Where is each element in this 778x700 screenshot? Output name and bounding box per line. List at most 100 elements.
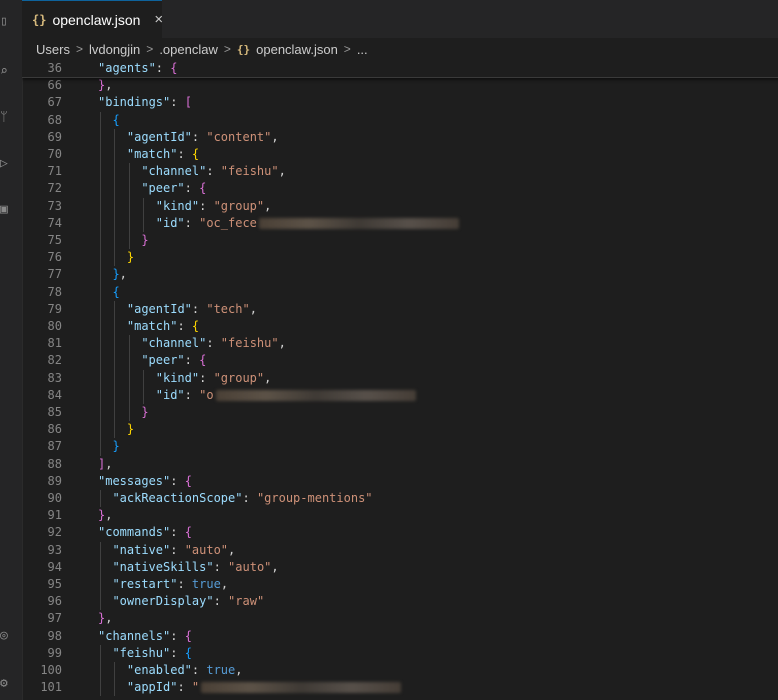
indent-guide: [114, 421, 116, 439]
code-line[interactable]: 100 "enabled": true,: [22, 662, 778, 680]
code-token: "ownerDisplay": [112, 594, 214, 609]
breadcrumb-item-user[interactable]: lvdongjin: [89, 42, 140, 57]
indent-guide: [100, 163, 101, 181]
code-line[interactable]: 89 "messages": {: [22, 473, 778, 490]
code-token: "kind": [155, 370, 200, 385]
code-line[interactable]: 90 "ackReactionScope": "group-mentions": [22, 490, 778, 508]
code-line[interactable]: 94 "nativeSkills": "auto",: [22, 558, 778, 576]
code-line[interactable]: 86}: [22, 421, 778, 439]
indent-guide: [100, 197, 101, 215]
line-number: 68: [47, 112, 62, 127]
code-line[interactable]: 87}: [22, 438, 778, 456]
code-token: ,: [105, 456, 113, 471]
code-line[interactable]: 66},: [22, 77, 778, 94]
indent-guide: [100, 283, 101, 301]
extensions-icon[interactable]: ▣: [0, 202, 12, 218]
code-line[interactable]: 75}: [22, 232, 778, 250]
indent-guide: [100, 490, 101, 508]
code-token: "commands": [98, 525, 171, 540]
settings-icon[interactable]: ⚙: [0, 676, 12, 692]
line-number: 92: [47, 525, 62, 540]
indent-guide: [128, 335, 130, 353]
search-icon[interactable]: ⌕: [0, 64, 12, 80]
code-token: }: [112, 267, 120, 282]
code-line[interactable]: 69 "agentId": "content",: [22, 128, 778, 146]
code-token: "bindings": [98, 95, 171, 110]
indent-guide: [114, 369, 116, 387]
account-icon[interactable]: ◎: [0, 628, 12, 644]
code-line[interactable]: 91},: [22, 507, 778, 524]
breadcrumb-item-folder[interactable]: .openclaw: [159, 42, 218, 57]
code-line[interactable]: 67 "bindings": [: [22, 94, 778, 111]
code-line[interactable]: 77},: [22, 266, 778, 284]
code-token: {: [184, 628, 192, 643]
indent-guide: [114, 404, 116, 422]
indent-guide: [143, 214, 145, 232]
breadcrumb-item-file[interactable]: openclaw.json: [256, 42, 338, 57]
code-line[interactable]: 36 "agents": {: [22, 60, 778, 79]
code-token: :: [170, 542, 185, 557]
code-line[interactable]: 101 "appId": ": [22, 679, 778, 697]
code-line[interactable]: 76}: [22, 249, 778, 267]
indent-guide: [100, 214, 101, 232]
line-number: 80: [47, 319, 62, 333]
code-line[interactable]: 99 "feishu": {: [22, 644, 778, 662]
code-token: :: [199, 198, 214, 213]
code-line[interactable]: 82 "peer": {: [22, 352, 778, 370]
code-line[interactable]: 73 "kind": "group",: [22, 197, 778, 215]
code-line[interactable]: 81 "channel": "feishu",: [22, 335, 778, 353]
code-line[interactable]: 93 "native": "auto",: [22, 541, 778, 559]
run-debug-icon[interactable]: ▷: [0, 156, 12, 172]
code-line[interactable]: 79 "agentId": "tech",: [22, 300, 778, 318]
indent-guide: [114, 163, 116, 181]
code-line[interactable]: 84 "id": "o: [22, 386, 778, 404]
indent-guide: [100, 352, 101, 370]
indent-guide: [114, 180, 116, 198]
code-token: :: [170, 473, 185, 488]
code-text: "kind": "group",: [156, 370, 272, 387]
code-token: "channels": [98, 628, 171, 643]
tab-bar: {} openclaw.json ×: [22, 0, 778, 39]
code-token: ,: [264, 370, 272, 385]
tab-openclaw-json[interactable]: {} openclaw.json ×: [22, 0, 163, 38]
chevron-right-icon: >: [75, 42, 83, 56]
code-text: "agentId": "content",: [127, 129, 279, 146]
code-line[interactable]: 68 {: [22, 111, 778, 129]
code-token: :: [184, 353, 200, 368]
code-line[interactable]: 78 {: [22, 283, 778, 301]
code-token: "auto": [184, 542, 229, 557]
code-line[interactable]: 85}: [22, 404, 778, 422]
code-line[interactable]: 74 "id": "oc_fece: [22, 214, 778, 232]
code-line[interactable]: 97},: [22, 610, 778, 627]
redacted-value: [215, 389, 416, 401]
code-line[interactable]: 80 "match": {: [22, 318, 778, 336]
code-text: },: [98, 507, 112, 524]
code-text: "native": "auto",: [112, 542, 235, 559]
indent-guide: [100, 249, 101, 267]
indent-guide: [128, 214, 130, 232]
explorer-icon[interactable]: ▯: [0, 14, 12, 30]
code-editor[interactable]: 36 "agents": {66}, 67 "bindings": [68{69 "ag…: [22, 60, 778, 700]
code-line[interactable]: 83 "kind": "group",: [22, 369, 778, 387]
code-line[interactable]: 70 "match": {: [22, 146, 778, 164]
code-line[interactable]: 72 "peer": {: [22, 180, 778, 198]
code-line[interactable]: 95 "restart": true,: [22, 576, 778, 594]
code-line[interactable]: 92 "commands": {: [22, 524, 778, 541]
line-number: 99: [47, 645, 62, 660]
code-line[interactable]: 96 "ownerDisplay": "raw": [22, 593, 778, 611]
code-line[interactable]: 98 "channels": {: [22, 628, 778, 645]
line-number: 93: [47, 542, 62, 557]
code-token: :: [170, 628, 185, 643]
code-line[interactable]: 71 "channel": "feishu",: [22, 163, 778, 181]
line-number: 81: [47, 336, 62, 351]
activity-bar: ▯ ⌕ ᛘ ▷ ▣ ◎ ⚙: [0, 0, 23, 700]
breadcrumb-item-users[interactable]: Users: [36, 42, 70, 57]
code-line[interactable]: 88],: [22, 456, 778, 473]
close-icon[interactable]: ×: [154, 11, 163, 28]
line-number: 86: [47, 422, 62, 437]
breadcrumb-item-symbol[interactable]: ...: [357, 42, 368, 57]
source-control-icon[interactable]: ᛘ: [0, 110, 12, 126]
code-token: {: [199, 353, 207, 368]
code-token: :: [177, 147, 192, 161]
code-text: "agents": {: [98, 60, 177, 77]
